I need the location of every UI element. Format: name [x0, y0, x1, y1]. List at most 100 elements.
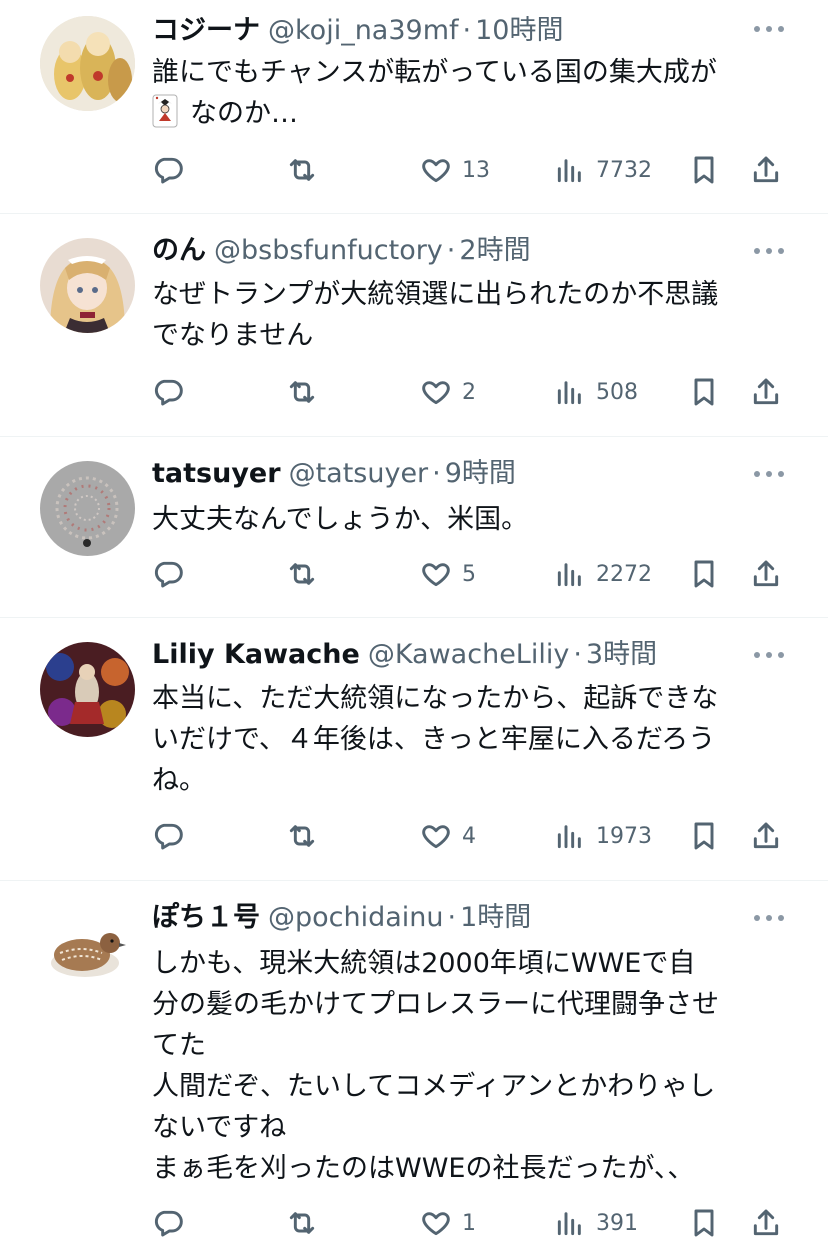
user-handle[interactable]: @tatsuyer	[289, 457, 429, 491]
more-icon[interactable]	[754, 915, 784, 923]
separator: ·	[432, 458, 441, 489]
reply-button[interactable]	[152, 1203, 184, 1243]
bookmark-icon	[694, 822, 714, 850]
share-button[interactable]	[750, 816, 782, 856]
retweet-button[interactable]	[286, 372, 318, 412]
tweet-text: しかも、現米大統領は2000年頃にWWEで自 分の髪の毛かけてプロレスラーに代理…	[152, 948, 719, 1184]
anime-maid-avatar-icon	[40, 238, 135, 333]
user-handle[interactable]: @bsbsfunfuctory	[214, 234, 443, 268]
like-button[interactable]: 4	[420, 816, 476, 856]
timestamp[interactable]: 10時間	[475, 14, 563, 48]
display-name[interactable]: のん	[152, 234, 206, 268]
retweet-button[interactable]	[286, 816, 318, 856]
like-button[interactable]: 1	[420, 1203, 476, 1243]
timestamp[interactable]: 9時間	[445, 457, 516, 491]
share-icon	[753, 378, 779, 405]
user-handle[interactable]: @koji_na39mf	[268, 14, 459, 48]
separator: ·	[446, 235, 456, 266]
share-icon	[753, 822, 779, 849]
avatar[interactable]	[40, 642, 135, 737]
reply-button[interactable]	[152, 816, 184, 856]
like-count: 1	[462, 1210, 476, 1236]
bookmark-icon	[694, 378, 714, 406]
bookmark-button[interactable]	[688, 554, 720, 594]
separator: ·	[447, 902, 457, 933]
reply-icon	[154, 823, 183, 850]
more-icon[interactable]	[754, 26, 784, 34]
views-button[interactable]: 1973	[554, 816, 652, 856]
joker-card-emoji	[152, 94, 178, 128]
timestamp[interactable]: 3時間	[586, 638, 657, 672]
tweet[interactable]: Liliy Kawache @KawacheLiliy · 3時間 本当に、ただ…	[0, 618, 828, 881]
bookmark-icon	[694, 560, 714, 588]
display-name[interactable]: Liliy Kawache	[152, 638, 360, 672]
tweet-actions: 2 508	[152, 372, 792, 412]
retweet-button[interactable]	[286, 150, 318, 190]
more-icon[interactable]	[754, 652, 784, 660]
like-count: 2	[462, 379, 476, 405]
share-button[interactable]	[750, 1203, 782, 1243]
like-icon	[422, 1212, 450, 1236]
avatar[interactable]	[40, 905, 135, 1000]
user-handle[interactable]: @pochidainu	[268, 901, 444, 935]
retweet-icon	[289, 825, 315, 847]
bookmark-button[interactable]	[688, 150, 720, 190]
display-name[interactable]: tatsuyer	[152, 457, 281, 491]
reply-button[interactable]	[152, 554, 184, 594]
like-button[interactable]: 13	[420, 150, 490, 190]
retweet-button[interactable]	[286, 1203, 318, 1243]
tweet-header: Liliy Kawache @KawacheLiliy · 3時間	[152, 638, 657, 672]
reply-button[interactable]	[152, 150, 184, 190]
bookmark-button[interactable]	[688, 1203, 720, 1243]
avatar[interactable]	[40, 238, 135, 333]
like-button[interactable]: 5	[420, 554, 476, 594]
views-button[interactable]: 508	[554, 372, 638, 412]
tweet[interactable]: コジーナ @koji_na39mf · 10時間 誰にでもチャンスが転がっている…	[0, 0, 828, 214]
tweet-header: のん @bsbsfunfuctory · 2時間	[152, 234, 531, 268]
matryoshka-dolls-avatar-icon	[40, 16, 135, 111]
retweet-button[interactable]	[286, 554, 318, 594]
bookmark-icon	[694, 156, 714, 184]
tweet[interactable]: のん @bsbsfunfuctory · 2時間 なぜトランプが大統領選に出られ…	[0, 214, 828, 437]
view-count: 1973	[596, 823, 652, 849]
view-count: 391	[596, 1210, 638, 1236]
timestamp[interactable]: 2時間	[459, 234, 530, 268]
timestamp[interactable]: 1時間	[460, 901, 531, 935]
user-handle[interactable]: @KawacheLiliy	[368, 638, 570, 672]
display-name[interactable]: コジーナ	[152, 14, 260, 48]
like-icon	[422, 381, 450, 405]
bookmark-button[interactable]	[688, 372, 720, 412]
separator: ·	[462, 15, 472, 46]
reply-icon	[154, 379, 183, 406]
view-count: 2272	[596, 561, 652, 587]
avatar[interactable]	[40, 16, 135, 111]
more-icon[interactable]	[754, 248, 784, 256]
share-button[interactable]	[750, 150, 782, 190]
views-button[interactable]: 391	[554, 1203, 638, 1243]
tweet-header: コジーナ @koji_na39mf · 10時間	[152, 14, 563, 48]
reply-button[interactable]	[152, 372, 184, 412]
stained-glass-avatar-icon	[40, 642, 135, 737]
retweet-icon	[289, 381, 315, 403]
share-button[interactable]	[750, 554, 782, 594]
like-icon	[422, 159, 450, 183]
like-icon	[422, 825, 450, 849]
share-button[interactable]	[750, 372, 782, 412]
display-name[interactable]: ぽち１号	[152, 901, 260, 935]
bookmark-button[interactable]	[688, 816, 720, 856]
views-icon	[557, 825, 581, 849]
view-count: 7732	[596, 157, 652, 183]
like-button[interactable]: 2	[420, 372, 476, 412]
reply-icon	[154, 561, 183, 588]
views-button[interactable]: 2272	[554, 554, 652, 594]
like-count: 5	[462, 561, 476, 587]
views-button[interactable]: 7732	[554, 150, 652, 190]
like-count: 13	[462, 157, 490, 183]
tweet[interactable]: tatsuyer @tatsuyer · 9時間 大丈夫なんでしょうか、米国。 …	[0, 437, 828, 618]
tweet-actions: 4 1973	[152, 816, 792, 856]
tweet-text: 本当に、ただ大統領になったから、起訴できな いだけで、４年後は、きっと牢屋に入る…	[152, 683, 719, 796]
more-icon[interactable]	[754, 471, 784, 479]
tweet[interactable]: ぽち１号 @pochidainu · 1時間 しかも、現米大統領は2000年頃に…	[0, 881, 828, 1248]
avatar[interactable]	[40, 461, 135, 556]
quail-avatar-icon	[40, 905, 135, 1000]
